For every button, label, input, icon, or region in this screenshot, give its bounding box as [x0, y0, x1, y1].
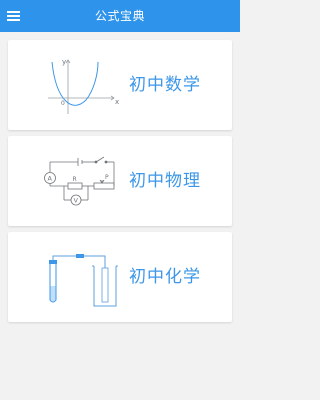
circuit-diagram-icon: A V R P — [44, 156, 115, 206]
lab-apparatus-icon — [49, 254, 118, 307]
app-title: 公式宝典 — [94, 9, 145, 23]
subject-card-physics[interactable]: A V R P 初中物理 — [8, 136, 232, 226]
physics-slider-label: P — [105, 174, 109, 181]
physics-resistor-label: R — [73, 176, 77, 183]
app-bar: 公式宝典 — [0, 0, 240, 32]
math-origin-label: 0 — [61, 100, 65, 107]
subject-label-math: 初中数学 — [129, 75, 201, 95]
math-axis-y-label: y — [62, 58, 66, 66]
physics-ammeter-label: A — [48, 175, 53, 183]
parabola-graph-icon: y x 0 — [48, 58, 119, 114]
math-axis-x-label: x — [115, 98, 119, 106]
subject-label-physics: 初中物理 — [129, 171, 201, 191]
subject-card-chemistry[interactable]: 初中化学 — [8, 232, 232, 322]
physics-voltmeter-label: V — [74, 197, 79, 205]
subject-label-chemistry: 初中化学 — [129, 267, 201, 287]
subject-card-math[interactable]: y x 0 初中数学 — [8, 40, 232, 130]
